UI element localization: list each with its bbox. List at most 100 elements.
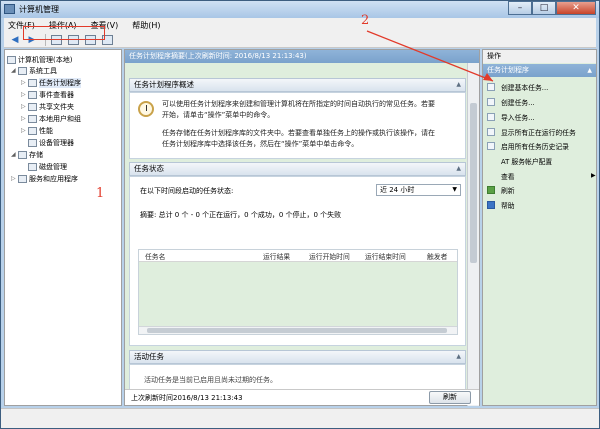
blank-icon <box>487 157 495 165</box>
expand-arrow-icon[interactable]: ▷ <box>21 79 28 86</box>
tree-item-root[interactable]: 计算机管理(本地) <box>7 54 72 65</box>
overview-paragraph-1-line-1: 可以使用任务计划程序来创建和管理计算机将在所指定的时间自动执行的常见任务。若要 <box>162 100 435 108</box>
storage-icon <box>18 150 27 159</box>
action-label: 查看 <box>501 172 515 181</box>
expand-arrow-icon[interactable]: ▷ <box>21 127 28 134</box>
action-enable-task-history[interactable]: 启用所有任务历史记录 <box>487 140 569 151</box>
menu-help[interactable]: 帮助(H) <box>132 20 160 31</box>
import-task-icon <box>487 112 495 121</box>
action-refresh[interactable]: 刷新 <box>487 184 515 195</box>
tree-item-device-manager[interactable]: 设备管理器 <box>28 137 74 148</box>
expand-arrow-icon[interactable]: ▷ <box>21 115 28 122</box>
window-controls: – □ ✕ <box>508 1 596 16</box>
collapse-arrow-icon[interactable]: ◢ <box>11 67 18 74</box>
action-create-basic-task[interactable]: 创建基本任务... <box>487 81 548 92</box>
action-create-task[interactable]: 创建任务... <box>487 96 535 107</box>
task-status-title: 任务状态 <box>134 164 164 173</box>
clock-icon <box>28 78 37 87</box>
column-triggered-by[interactable]: 触发者 <box>427 251 447 261</box>
status-bar <box>1 408 599 428</box>
refresh-icon <box>487 185 495 194</box>
computer-management-window: 计算机管理 – □ ✕ 文件(F) 操作(A) 查看(V) 帮助(H) ◀ ▶ … <box>0 0 600 429</box>
active-tasks-panel-header[interactable]: 活动任务 ▲ <box>129 350 466 364</box>
collapse-caret-icon[interactable]: ▲ <box>587 64 592 77</box>
tree-item-system-tools[interactable]: ◢ 系统工具 <box>11 65 57 76</box>
column-run-start[interactable]: 运行开始时间 <box>309 251 350 261</box>
expand-arrow-icon[interactable]: ▷ <box>11 175 18 182</box>
back-button[interactable]: ◀ <box>8 34 22 46</box>
performance-icon <box>28 126 37 135</box>
action-label: AT 服务帐户配置 <box>501 157 553 166</box>
refresh-button[interactable]: 刷新 <box>429 391 471 404</box>
column-run-result[interactable]: 运行结果 <box>263 251 290 261</box>
actions-pane: 操作 任务计划程序 ▲ 创建基本任务... 创建任务... 导入任务... 显示所… <box>482 49 597 406</box>
title-bar: 计算机管理 – □ ✕ <box>1 1 599 18</box>
submenu-arrow-icon: ▶ <box>591 172 596 179</box>
collapse-arrow-icon[interactable]: ◢ <box>11 151 18 158</box>
tree-item-storage[interactable]: ◢ 存储 <box>11 149 43 160</box>
collapse-caret-icon[interactable]: ▲ <box>456 163 461 175</box>
action-label: 导入任务... <box>501 113 535 122</box>
task-status-panel-header[interactable]: 任务状态 ▲ <box>129 162 466 176</box>
overview-panel-header[interactable]: 任务计划程序概述 ▲ <box>129 78 466 92</box>
overview-paragraph-2-line-2: 任务计划程序库中选择该任务，然后在“操作”菜单中单击命令。 <box>162 140 359 148</box>
tree-item-event-viewer[interactable]: ▷ 事件查看器 <box>21 89 74 100</box>
expand-arrow-icon[interactable]: ▷ <box>21 103 28 110</box>
action-help[interactable]: 帮助 <box>487 199 515 210</box>
action-at-service-account[interactable]: AT 服务帐户配置 <box>487 155 552 166</box>
vertical-scrollbar[interactable] <box>467 63 479 406</box>
collapse-caret-icon[interactable]: ▲ <box>456 79 461 91</box>
overview-panel: 可以使用任务计划程序来创建和管理计算机将在所指定的时间自动执行的常见任务。若要 … <box>129 92 466 159</box>
shared-folder-icon <box>28 102 37 111</box>
task-status-panel: 在以下时间段启动的任务状态: 近 24 小时 ▼ 摘要: 总计 0 个 - 0 个… <box>129 176 466 346</box>
action-import-task[interactable]: 导入任务... <box>487 111 535 122</box>
status-period-dropdown[interactable]: 近 24 小时 ▼ <box>376 184 461 196</box>
overview-paragraph-1-line-2: 开始，请单击“操作”菜单中的命令。 <box>162 111 275 119</box>
tree-item-services-apps[interactable]: ▷ 服务和应用程序 <box>11 173 78 184</box>
tree-item-performance[interactable]: ▷ 性能 <box>21 125 53 136</box>
column-run-end[interactable]: 运行结束时间 <box>365 251 406 261</box>
minimize-button[interactable]: – <box>508 1 532 15</box>
annotation-number-2: 2 <box>361 13 370 28</box>
center-pane: 任务计划程序摘要(上次刷新时间: 2016/8/13 21:13:43) 任务计… <box>124 49 480 406</box>
services-icon <box>18 174 27 183</box>
action-view[interactable]: 查看 ▶ <box>487 170 596 181</box>
blank-icon <box>487 172 495 180</box>
action-display-running-tasks[interactable]: 显示所有正在运行的任务 <box>487 126 576 137</box>
collapse-caret-icon[interactable]: ▲ <box>456 351 461 363</box>
status-period-value: 近 24 小时 <box>380 186 415 194</box>
tree-item-task-scheduler[interactable]: ▷ 任务计划程序 <box>21 77 81 88</box>
create-task-icon <box>487 97 495 106</box>
active-tasks-description: 活动任务是当前已启用且尚未过期的任务。 <box>144 376 277 384</box>
actions-section-title: 任务计划程序 <box>487 66 529 74</box>
action-label: 刷新 <box>501 186 515 195</box>
task-status-table: 任务名 运行结果 运行开始时间 运行结束时间 触发者 <box>138 249 458 335</box>
close-button[interactable]: ✕ <box>556 1 596 15</box>
annotation-highlight-box <box>23 26 105 40</box>
create-basic-task-icon <box>487 82 495 91</box>
tree-item-shared-folders[interactable]: ▷ 共享文件夹 <box>21 101 74 112</box>
center-footer: 上次刷新时间2016/8/13 21:13:43 刷新 <box>125 389 479 405</box>
annotation-number-1: 1 <box>96 186 105 201</box>
column-task-name[interactable]: 任务名 <box>145 251 165 261</box>
running-tasks-icon <box>487 127 495 136</box>
scroll-thumb[interactable] <box>147 328 447 333</box>
center-header: 任务计划程序摘要(上次刷新时间: 2016/8/13 21:13:43) <box>125 50 479 63</box>
action-label: 创建基本任务... <box>501 83 549 92</box>
scroll-thumb[interactable] <box>470 103 477 263</box>
console-tree: 计算机管理(本地) ◢ 系统工具 ▷ 任务计划程序 ▷ 事件查看器 ▷ 共享文件夹 ▷ 本… <box>4 49 122 406</box>
actions-section-header[interactable]: 任务计划程序 ▲ <box>483 64 596 77</box>
table-header: 任务名 运行结果 运行开始时间 运行结束时间 触发者 <box>139 250 457 262</box>
event-log-icon <box>28 90 37 99</box>
maximize-button[interactable]: □ <box>532 1 556 15</box>
action-label: 创建任务... <box>501 98 535 107</box>
horizontal-scrollbar[interactable] <box>139 326 457 334</box>
tree-item-local-users[interactable]: ▷ 本地用户和组 <box>21 113 81 124</box>
action-label: 帮助 <box>501 201 515 210</box>
chevron-down-icon: ▼ <box>452 186 457 193</box>
expand-arrow-icon[interactable]: ▷ <box>21 91 28 98</box>
help-icon <box>487 200 495 209</box>
actions-title: 操作 <box>483 50 596 63</box>
tree-item-disk-management[interactable]: 磁盘管理 <box>28 161 67 172</box>
overview-title: 任务计划程序概述 <box>134 80 194 89</box>
